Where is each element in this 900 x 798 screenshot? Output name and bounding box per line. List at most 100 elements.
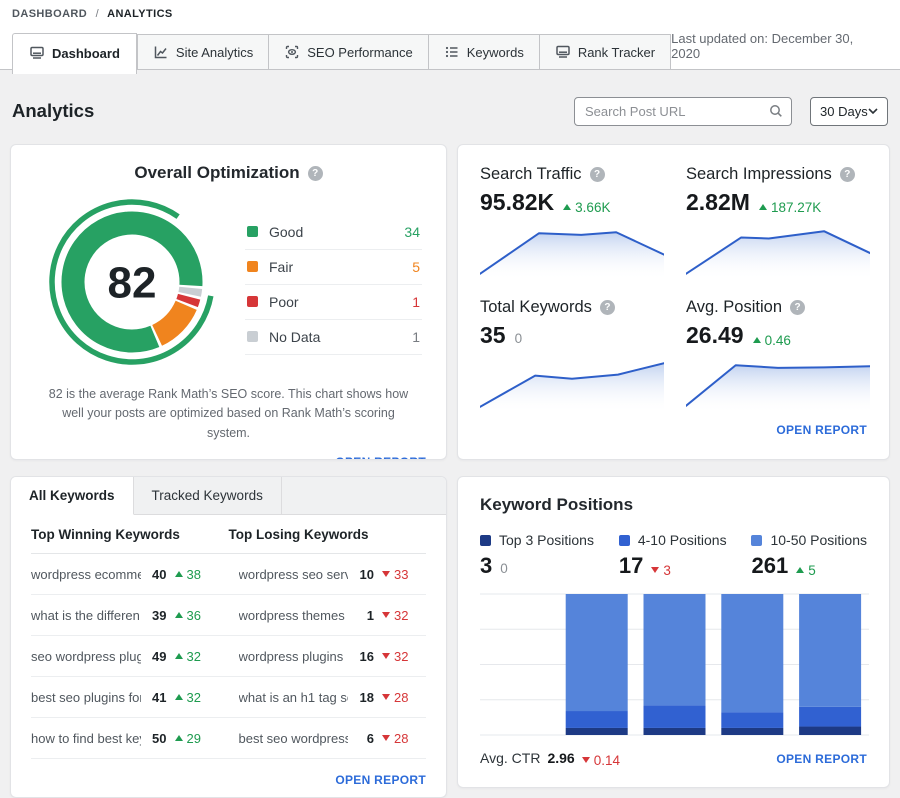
tab-rank-tracker[interactable]: Rank Tracker xyxy=(540,34,671,69)
period-select-value: 30 Days xyxy=(820,104,868,119)
stat-label-row: Search Traffic xyxy=(480,165,664,184)
legend-change: 5 xyxy=(796,563,816,578)
optimization-donut-chart: 82 xyxy=(47,197,217,367)
help-icon[interactable] xyxy=(840,167,855,182)
overall-optimization-title: Overall Optimization xyxy=(134,163,299,183)
help-icon[interactable] xyxy=(600,300,615,315)
stat-label-row: Avg. Position xyxy=(686,298,870,317)
svg-text:82: 82 xyxy=(108,259,157,308)
down-triangle-icon xyxy=(651,567,659,573)
stat-value-row: 2.82M 187.27K xyxy=(686,189,870,216)
search-input[interactable] xyxy=(574,97,792,126)
keyword-change: 38 xyxy=(175,567,219,582)
tab-label: Site Analytics xyxy=(176,45,253,60)
keyword-text: best seo plugins for ... xyxy=(31,690,141,705)
winning-cell[interactable]: wordpress ecomme... 40 38 xyxy=(31,567,219,582)
keyword-positions-bar-chart xyxy=(480,591,869,739)
keyword-rank: 50 xyxy=(141,731,167,746)
keyword-change: 32 xyxy=(175,649,219,664)
losing-cell[interactable]: best seo wordpress t... 6 28 xyxy=(239,731,427,746)
tab-seo-performance[interactable]: SEO Performance xyxy=(269,34,429,69)
legend-value-row: 261 5 xyxy=(751,553,867,579)
winning-cell[interactable]: how to find best key... 50 29 xyxy=(31,731,219,746)
tab-label: Rank Tracker xyxy=(578,45,655,60)
help-icon[interactable] xyxy=(590,167,605,182)
losing-cell[interactable]: wordpress themes free 1 32 xyxy=(239,608,427,623)
dashboard-icon xyxy=(29,45,45,61)
no-data-legend-square xyxy=(247,331,258,342)
winning-cell[interactable]: best seo plugins for ... 41 32 xyxy=(31,690,219,705)
search-box xyxy=(574,97,792,126)
tab-all-keywords[interactable]: All Keywords xyxy=(11,477,134,515)
losing-cell[interactable]: wordpress plugins 16 32 xyxy=(239,649,427,664)
legend-label: No Data xyxy=(269,329,320,345)
keyword-rank: 49 xyxy=(141,649,167,664)
avg-position-sparkline xyxy=(686,357,870,413)
card-title: Overall Optimization xyxy=(31,163,426,183)
open-report-link[interactable]: OPEN REPORT xyxy=(776,423,867,437)
avg-ctr-value: 2.96 xyxy=(547,750,574,766)
stat-change: 3.66K xyxy=(563,200,610,215)
legend-row-good: Good 34 xyxy=(245,215,422,250)
losing-cell[interactable]: wordpress seo servi... 10 33 xyxy=(239,567,427,582)
keyword-text: wordpress plugins xyxy=(239,649,349,664)
losing-cell[interactable]: what is an h1 tag seo 18 28 xyxy=(239,690,427,705)
winning-cell[interactable]: seo wordpress plugi... 49 32 xyxy=(31,649,219,664)
legend-value: 17 xyxy=(619,553,643,579)
stats-grid: Search Traffic 95.82K 3.66K Search Impre… xyxy=(480,165,867,413)
card-footer: OPEN REPORT xyxy=(31,453,426,460)
card-footer: Avg. CTR 2.96 0.14 OPEN REPORT xyxy=(480,750,867,768)
good-legend-square xyxy=(247,226,258,237)
keyword-rank: 1 xyxy=(348,608,374,623)
last-updated-text: Last updated on: December 30, 2020 xyxy=(671,31,882,69)
legend-value-row: 3 0 xyxy=(480,553,594,579)
legend-label: Poor xyxy=(269,294,299,310)
keyword-change: 33 xyxy=(382,567,426,582)
tab-tracked-keywords[interactable]: Tracked Keywords xyxy=(134,477,282,514)
keywords-card: All Keywords Tracked Keywords Top Winnin… xyxy=(10,476,447,798)
search-traffic-card: Search Traffic 95.82K 3.66K Search Impre… xyxy=(457,144,890,460)
stat-value: 95.82K xyxy=(480,189,554,216)
up-triangle-icon xyxy=(175,735,183,741)
winning-keywords-header: Top Winning Keywords xyxy=(31,527,229,542)
open-report-link[interactable]: OPEN REPORT xyxy=(335,773,426,787)
avg-ctr-change: 0.14 xyxy=(582,753,620,768)
period-select[interactable]: 30 Days xyxy=(810,97,888,126)
legend-label: Good xyxy=(269,224,303,240)
keywords-table-header: Top Winning Keywords Top Losing Keywords xyxy=(31,515,426,554)
poor-legend-square xyxy=(247,296,258,307)
top-bar: DASHBOARD / ANALYTICS Dashboard Site Ana… xyxy=(0,0,900,70)
legend-label: 10-50 Positions xyxy=(770,532,867,548)
keyword-text: seo wordpress plugi... xyxy=(31,649,141,664)
breadcrumb-dashboard-link[interactable]: DASHBOARD xyxy=(12,8,87,20)
legend-value: 1 xyxy=(412,294,420,310)
open-report-link[interactable]: OPEN REPORT xyxy=(776,752,867,766)
search-icon[interactable] xyxy=(768,103,784,119)
keyword-text: what is the differen... xyxy=(31,608,141,623)
tab-keywords[interactable]: Keywords xyxy=(429,34,540,69)
legend-label-row: Top 3 Positions xyxy=(480,532,594,548)
open-report-link[interactable]: OPEN REPORT xyxy=(335,455,426,460)
winning-cell[interactable]: what is the differen... 39 36 xyxy=(31,608,219,623)
up-triangle-icon xyxy=(175,694,183,700)
help-icon[interactable] xyxy=(790,300,805,315)
help-icon[interactable] xyxy=(308,166,323,181)
table-row: what is the differen... 39 36 wordpress … xyxy=(31,595,426,636)
legend-top-3-positions: Top 3 Positions 3 0 xyxy=(480,532,594,579)
keyword-change: 28 xyxy=(382,731,426,746)
up-triangle-icon xyxy=(759,204,767,210)
keyword-text: wordpress themes free xyxy=(239,608,349,623)
search-impressions-sparkline xyxy=(686,224,870,280)
legend-row-poor: Poor 1 xyxy=(245,285,422,320)
keyword-rank: 39 xyxy=(141,608,167,623)
keyword-change: 36 xyxy=(175,608,219,623)
avg-ctr-label: Avg. CTR xyxy=(480,750,540,766)
breadcrumb-separator: / xyxy=(96,8,99,20)
legend-4-10-positions: 4-10 Positions 17 3 xyxy=(619,532,727,579)
stat-value: 2.82M xyxy=(686,189,750,216)
tab-dashboard[interactable]: Dashboard xyxy=(12,33,137,74)
tab-site-analytics[interactable]: Site Analytics xyxy=(137,34,269,69)
keyword-positions-card: Keyword Positions Top 3 Positions 3 0 xyxy=(457,476,890,788)
legend-row-fair: Fair 5 xyxy=(245,250,422,285)
card-footer: OPEN REPORT xyxy=(11,759,446,798)
